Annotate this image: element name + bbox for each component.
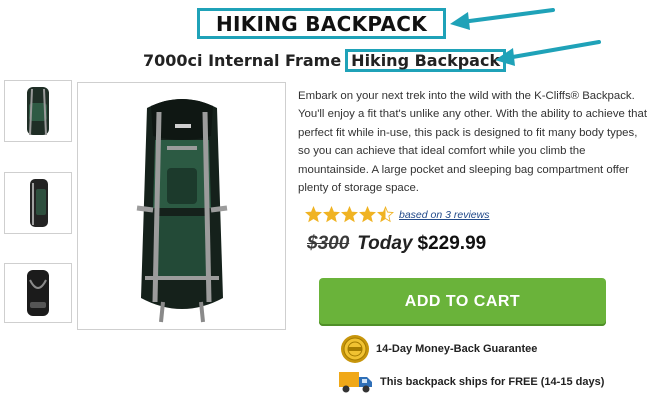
backpack-back-thumbnail-icon	[27, 270, 49, 316]
today-label: Today	[357, 233, 413, 254]
add-to-cart-button[interactable]: ADD TO CART	[319, 278, 606, 326]
delivery-truck-icon	[339, 372, 372, 393]
star-icon	[341, 206, 358, 223]
guarantee-text: 14-Day Money-Back Guarantee	[376, 343, 538, 355]
arrow-to-title-icon	[450, 8, 555, 30]
star-icon	[323, 206, 340, 223]
page-title: HIKING BACKPACK	[215, 11, 428, 36]
star-icon	[359, 206, 376, 223]
perk-guarantee: 14-Day Money-Back Guarantee	[340, 334, 537, 364]
sale-price: $229.99	[417, 233, 487, 254]
product-description: Embark on your next trek into the wild w…	[298, 90, 648, 195]
backpack-side-thumbnail-icon	[30, 179, 48, 227]
star-icon	[305, 206, 322, 223]
rating: based on 3 reviews	[305, 206, 489, 223]
title-highlight-box: HIKING BACKPACK	[197, 8, 446, 39]
subtitle-highlight: Hiking Backpack	[345, 48, 507, 72]
star-rating	[305, 206, 395, 223]
perk-shipping: This backpack ships for FREE (14-15 days…	[338, 369, 604, 395]
product-main-image[interactable]	[77, 82, 286, 330]
backpack-image-icon	[136, 99, 227, 323]
subtitle-prefix: 7000ci Internal Frame	[143, 50, 342, 70]
thumbnail-front[interactable]	[4, 80, 72, 142]
reviews-link[interactable]: based on 3 reviews	[399, 209, 489, 221]
shipping-text: This backpack ships for FREE (14-15 days…	[380, 376, 605, 388]
thumbnail-back[interactable]	[4, 263, 72, 323]
star-icon	[377, 206, 394, 223]
arrow-to-subtitle-icon	[495, 40, 601, 66]
product-subtitle: 7000ci Internal Frame Hiking Backpack	[143, 48, 507, 72]
backpack-thumbnail-icon	[27, 87, 49, 136]
gold-seal-icon	[341, 335, 369, 363]
old-price: $300	[307, 233, 350, 254]
price: $300 Today $229.99	[307, 233, 486, 255]
thumbnail-side[interactable]	[4, 172, 72, 234]
